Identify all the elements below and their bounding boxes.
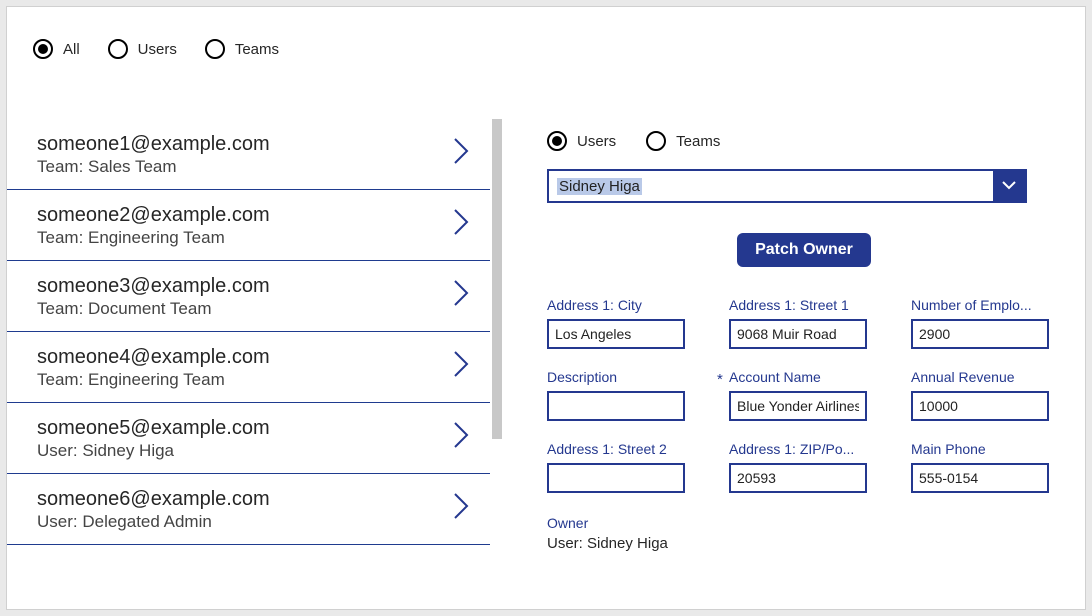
field: Address 1: Street 2	[547, 441, 697, 493]
field-label: Address 1: Street 2	[547, 441, 697, 457]
list-panel: someone1@example.comTeam: Sales Teamsome…	[7, 119, 502, 609]
owner-combobox[interactable]: Sidney Higa	[547, 169, 1027, 203]
list-item[interactable]: someone6@example.comUser: Delegated Admi…	[7, 474, 490, 545]
field-label: Annual Revenue	[911, 369, 1061, 385]
content-area: someone1@example.comTeam: Sales Teamsome…	[7, 119, 1085, 609]
list-item-subtitle: Team: Document Team	[37, 299, 270, 319]
chevron-right-icon	[452, 136, 470, 173]
field-grid: Address 1: City Address 1: Street 1 Number…	[547, 297, 1061, 493]
radio-label: Teams	[235, 41, 279, 58]
field-input[interactable]	[911, 463, 1049, 493]
owner-readonly-block: Owner User: Sidney Higa	[547, 515, 1061, 552]
list-item[interactable]: someone2@example.comTeam: Engineering Te…	[7, 190, 490, 261]
field: Address 1: Street 1	[729, 297, 879, 349]
field-label: Main Phone	[911, 441, 1061, 457]
radio-icon	[33, 39, 53, 59]
field-input[interactable]	[729, 319, 867, 349]
field-label: Account Name	[729, 369, 879, 385]
owner-combobox-text: Sidney Higa	[549, 171, 993, 201]
detail-panel: Users Teams Sidney Higa Patch Owner Addre…	[502, 119, 1085, 609]
field: *Account Name	[729, 369, 879, 421]
radio-label: All	[63, 41, 80, 58]
top-filter-radio-users[interactable]: Users	[108, 39, 177, 59]
field: Address 1: City	[547, 297, 697, 349]
chevron-right-icon	[452, 420, 470, 457]
owner-type-radio-teams[interactable]: Teams	[646, 131, 720, 151]
list-item-title: someone3@example.com	[37, 273, 270, 299]
owner-type-group: Users Teams	[547, 131, 1061, 151]
radio-icon	[108, 39, 128, 59]
owner-type-radio-users[interactable]: Users	[547, 131, 616, 151]
required-star-icon: *	[717, 371, 723, 388]
list-item-title: someone4@example.com	[37, 344, 270, 370]
field-input[interactable]	[547, 319, 685, 349]
field-input[interactable]	[729, 463, 867, 493]
owner-label: Owner	[547, 515, 1061, 531]
list-item[interactable]: someone1@example.comTeam: Sales Team	[7, 119, 490, 190]
list-item-subtitle: Team: Engineering Team	[37, 228, 270, 248]
field-label: Address 1: City	[547, 297, 697, 313]
chevron-right-icon	[452, 278, 470, 315]
list-item-texts: someone4@example.comTeam: Engineering Te…	[37, 344, 270, 390]
list-scroll[interactable]: someone1@example.comTeam: Sales Teamsome…	[7, 119, 502, 609]
list-item-subtitle: Team: Engineering Team	[37, 370, 270, 390]
field: Address 1: ZIP/Po...	[729, 441, 879, 493]
list-item-subtitle: User: Delegated Admin	[37, 512, 270, 532]
radio-label: Users	[138, 41, 177, 58]
owner-combobox-button[interactable]	[993, 171, 1025, 201]
list-item-title: someone6@example.com	[37, 486, 270, 512]
field: Annual Revenue	[911, 369, 1061, 421]
chevron-right-icon	[452, 207, 470, 244]
scrollbar-thumb[interactable]	[492, 119, 502, 439]
list-item-texts: someone2@example.comTeam: Engineering Te…	[37, 202, 270, 248]
list-item-texts: someone6@example.comUser: Delegated Admi…	[37, 486, 270, 532]
top-filter-radio-all[interactable]: All	[33, 39, 80, 59]
radio-icon	[547, 131, 567, 151]
radio-label: Teams	[676, 133, 720, 150]
field-input[interactable]	[911, 319, 1049, 349]
list-item[interactable]: someone5@example.comUser: Sidney Higa	[7, 403, 490, 474]
radio-label: Users	[577, 133, 616, 150]
field-input[interactable]	[911, 391, 1049, 421]
list-item-texts: someone1@example.comTeam: Sales Team	[37, 131, 270, 177]
list-item-title: someone5@example.com	[37, 415, 270, 441]
field: Description	[547, 369, 697, 421]
field-label: Address 1: Street 1	[729, 297, 879, 313]
field: Number of Emplo...	[911, 297, 1061, 349]
list-item-title: someone1@example.com	[37, 131, 270, 157]
top-filter-radio-teams[interactable]: Teams	[205, 39, 279, 59]
radio-icon	[205, 39, 225, 59]
list-item[interactable]: someone3@example.comTeam: Document Team	[7, 261, 490, 332]
radio-icon	[646, 131, 666, 151]
app-frame: AllUsersTeams someone1@example.comTeam: …	[6, 6, 1086, 610]
field-input[interactable]	[729, 391, 867, 421]
field: Main Phone	[911, 441, 1061, 493]
chevron-down-icon	[1002, 177, 1016, 195]
field-label: Address 1: ZIP/Po...	[729, 441, 879, 457]
list-item-texts: someone5@example.comUser: Sidney Higa	[37, 415, 270, 461]
chevron-right-icon	[452, 349, 470, 386]
list-item-subtitle: Team: Sales Team	[37, 157, 270, 177]
field-input[interactable]	[547, 463, 685, 493]
top-filter-group: All Users Teams	[7, 7, 1085, 67]
chevron-right-icon	[452, 491, 470, 528]
list-item-subtitle: User: Sidney Higa	[37, 441, 270, 461]
list-item-texts: someone3@example.comTeam: Document Team	[37, 273, 270, 319]
field-label: Number of Emplo...	[911, 297, 1061, 313]
field-input[interactable]	[547, 391, 685, 421]
owner-value: User: Sidney Higa	[547, 535, 1061, 552]
patch-owner-button[interactable]: Patch Owner	[737, 233, 871, 267]
field-label: Description	[547, 369, 697, 385]
list-item-title: someone2@example.com	[37, 202, 270, 228]
list-item[interactable]: someone4@example.comTeam: Engineering Te…	[7, 332, 490, 403]
owner-combobox-value: Sidney Higa	[557, 178, 642, 195]
